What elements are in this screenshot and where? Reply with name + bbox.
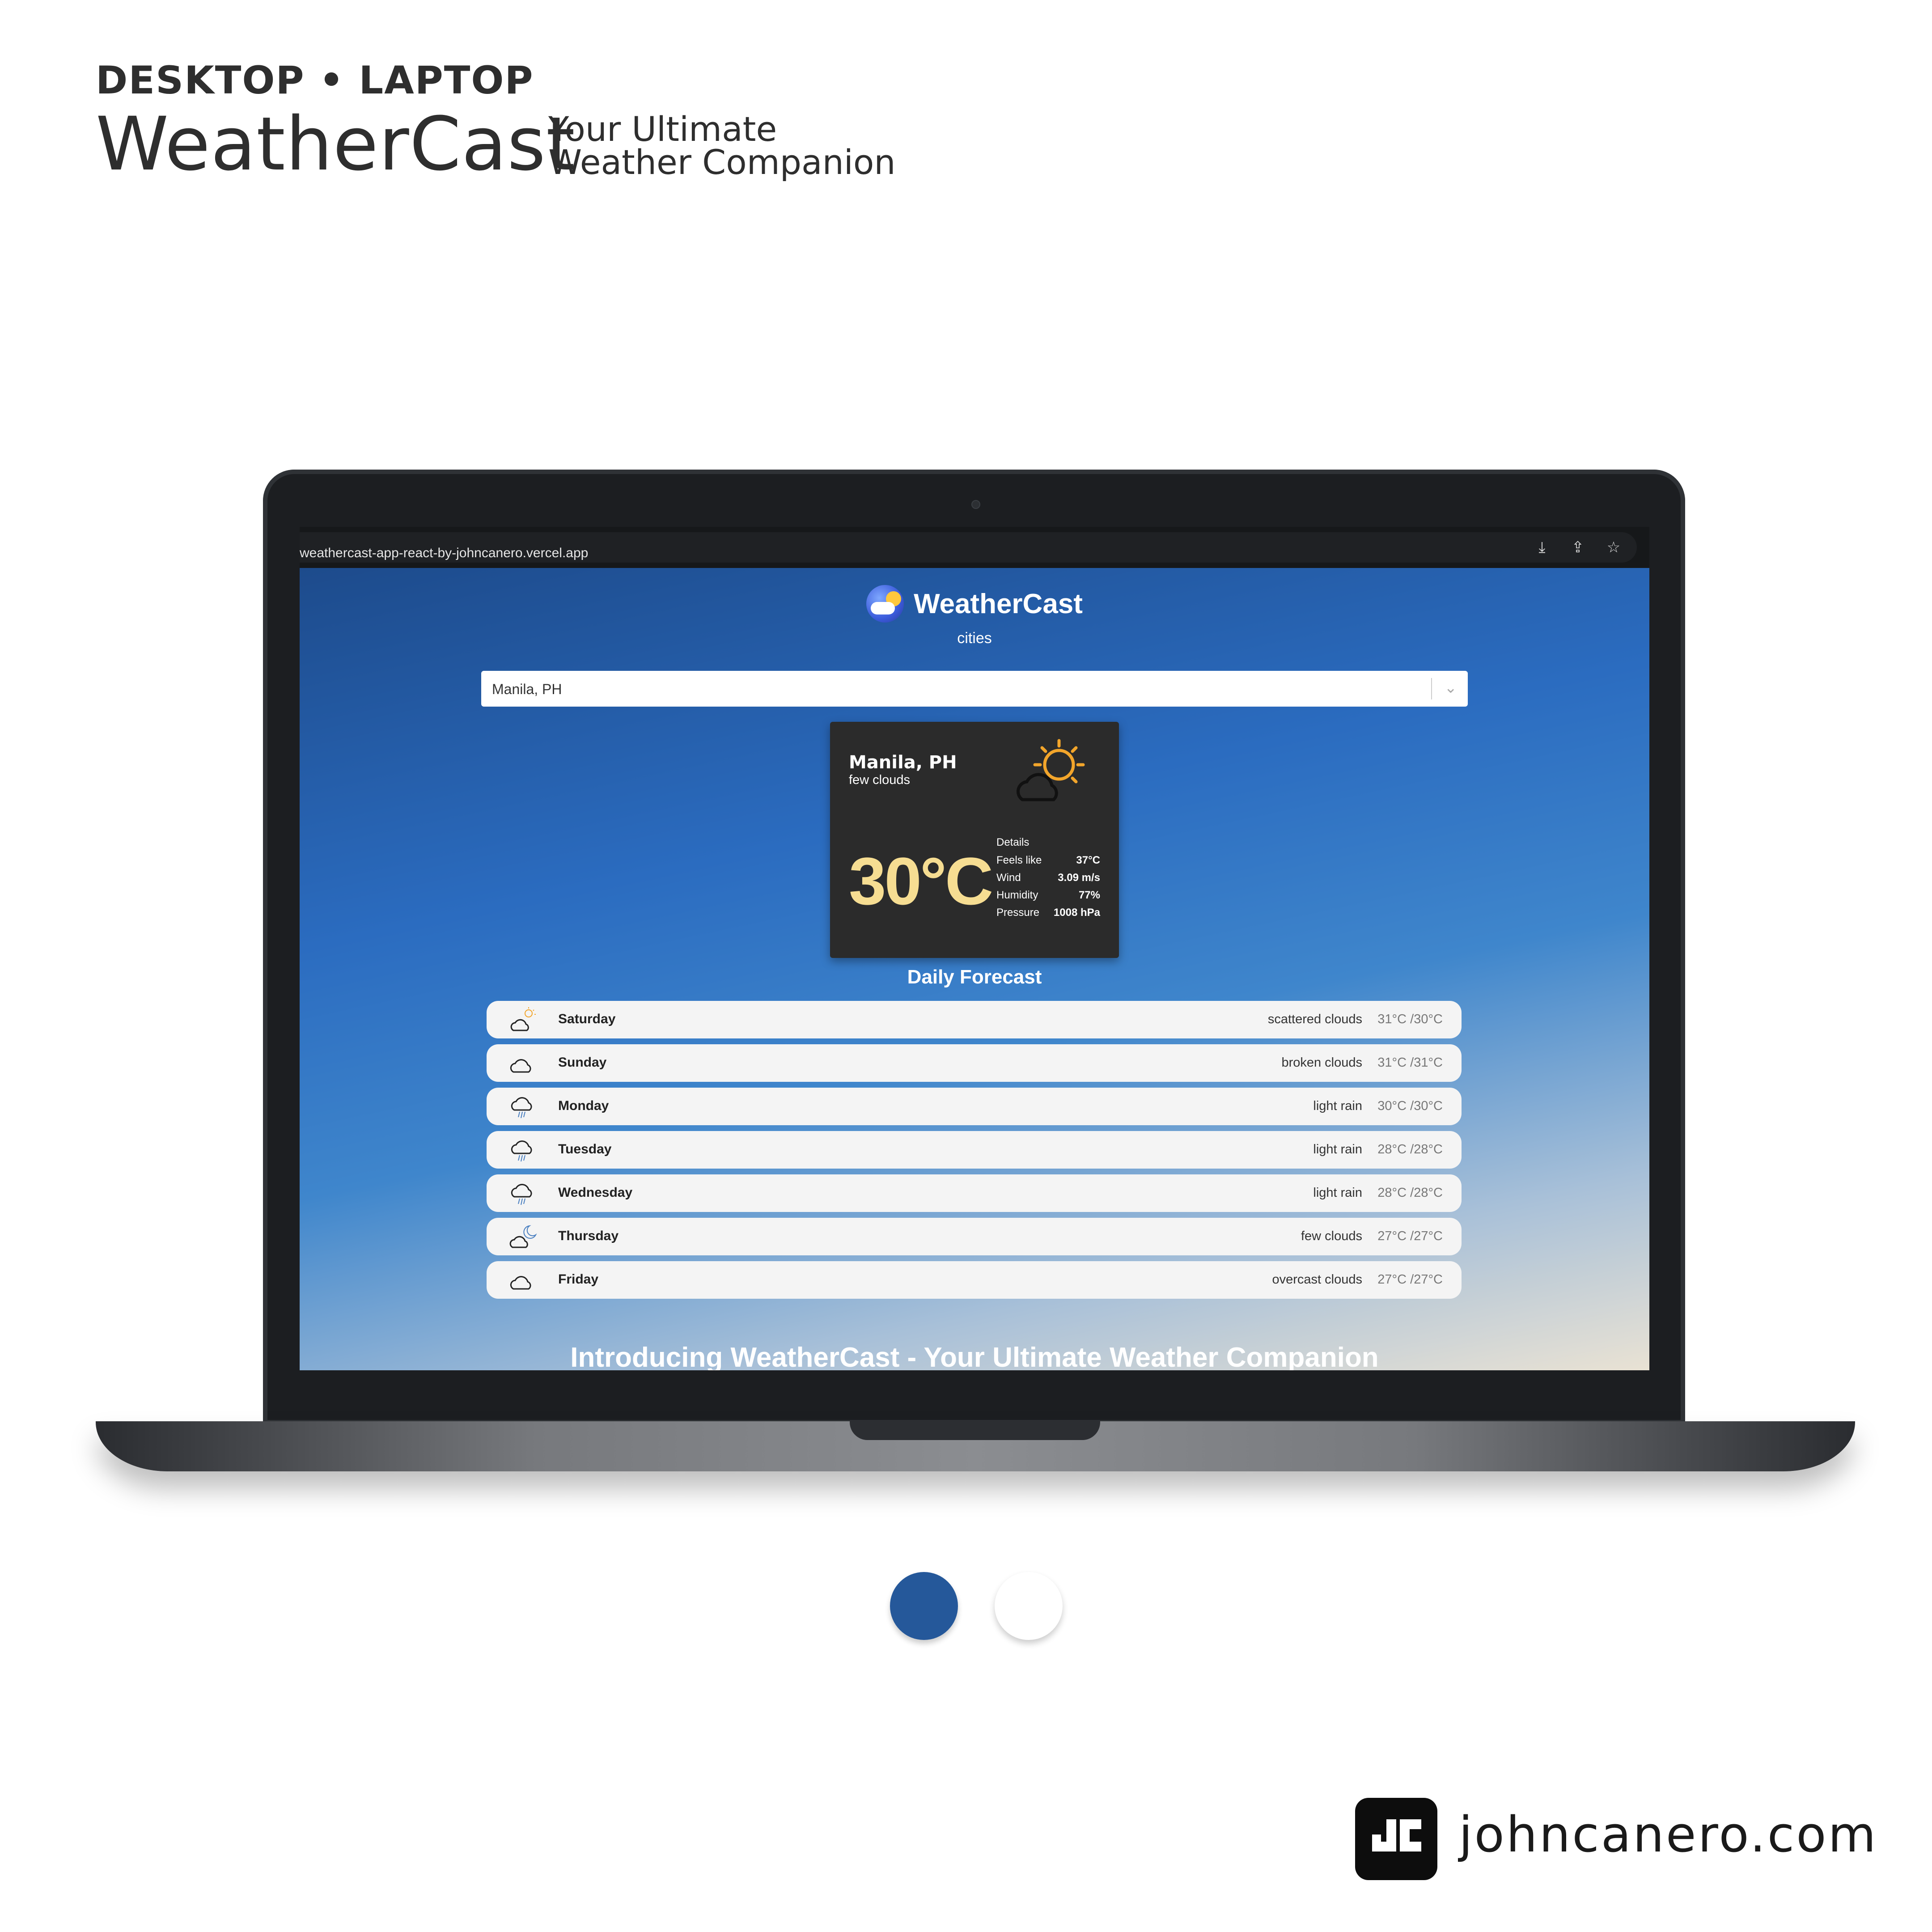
- cloud-icon: [510, 1276, 531, 1290]
- forecast-item-tuesday[interactable]: Tuesday light rain 28°C /28°C: [487, 1131, 1462, 1169]
- url-text[interactable]: weathercast-app-react-by-johncanero.verc…: [300, 546, 588, 561]
- tagline-line1: Your Ultimate: [548, 109, 777, 149]
- site-name: johncanero.com: [1459, 1806, 1878, 1863]
- webcam-icon: [971, 500, 980, 509]
- weathercast-logo-icon: [866, 585, 904, 623]
- forecast-description: broken clouds: [1281, 1055, 1362, 1070]
- cloud-icon: [510, 1059, 531, 1073]
- forecast-item-sunday[interactable]: Sunday broken clouds 31°C /31°C: [487, 1044, 1462, 1082]
- install-icon[interactable]: ⤓: [1533, 538, 1551, 556]
- current-temperature: 30°C: [849, 843, 993, 919]
- forecast-temps: 28°C /28°C: [1377, 1186, 1443, 1200]
- jc-logo-glyph: [1372, 1819, 1421, 1852]
- brand-tagline: Your Ultimate Weather Companion: [548, 109, 896, 182]
- star-icon[interactable]: ☆: [1605, 538, 1623, 556]
- forecast-day: Sunday: [558, 1055, 607, 1070]
- chevron-down-icon[interactable]: ⌄: [1445, 679, 1457, 697]
- forecast-item-saturday[interactable]: Saturday scattered clouds 31°C /30°C: [487, 1001, 1462, 1038]
- city-search-input[interactable]: [491, 671, 1414, 708]
- weather-details: Details Feels like 37°C Wind 3.09 m/s Humi…: [996, 834, 1100, 921]
- forecast-day: Friday: [558, 1272, 599, 1287]
- forecast-day: Thursday: [558, 1229, 619, 1243]
- color-swatch-primary: [890, 1572, 958, 1640]
- forecast-day: Wednesday: [558, 1185, 633, 1200]
- forecast-temps: 31°C /30°C: [1377, 1012, 1443, 1026]
- forecast-day: Monday: [558, 1098, 609, 1113]
- jc-logo-icon: [1355, 1798, 1437, 1880]
- daily-forecast-title: Daily Forecast: [907, 966, 1042, 988]
- laptop-screen: weathercast-app-react-by-johncanero.verc…: [300, 527, 1649, 1370]
- forecast-day: Saturday: [558, 1012, 616, 1026]
- forecast-temps: 27°C /27°C: [1377, 1229, 1443, 1243]
- current-city: Manila, PH: [849, 752, 957, 773]
- brand-title: WeatherCast: [96, 101, 576, 187]
- forecast-description: light rain: [1313, 1099, 1362, 1113]
- details-heading: Details: [996, 836, 1030, 848]
- browser-toolbar: weathercast-app-react-by-johncanero.verc…: [300, 527, 1649, 568]
- detail-label: Feels like: [996, 854, 1042, 866]
- current-weather-card: Manila, PH few clouds 30°C Details Feels…: [830, 722, 1119, 958]
- detail-label: Pressure: [996, 907, 1040, 919]
- forecast-item-friday[interactable]: Friday overcast clouds 27°C /27°C: [487, 1261, 1462, 1299]
- detail-label: Wind: [996, 872, 1021, 884]
- sun-cloud-icon: [1017, 739, 1085, 801]
- forecast-temps: 28°C /28°C: [1377, 1142, 1443, 1157]
- detail-label: Humidity: [996, 889, 1038, 901]
- forecast-description: few clouds: [1301, 1229, 1362, 1243]
- share-icon[interactable]: ⇪: [1569, 538, 1587, 556]
- laptop-notch: [850, 1420, 1100, 1440]
- tagline-line2: Weather Companion: [548, 142, 896, 182]
- app-header: WeatherCast: [300, 585, 1649, 623]
- intro-heading: Introducing WeatherCast - Your Ultimate …: [570, 1342, 1379, 1370]
- weathercast-page: WeatherCast cities ⌄ Manila, PH few clou…: [300, 568, 1649, 1370]
- current-description: few clouds: [849, 773, 911, 787]
- detail-value: 77%: [1078, 889, 1100, 901]
- forecast-item-wednesday[interactable]: Wednesday light rain 28°C /28°C: [487, 1174, 1462, 1212]
- forecast-day: Tuesday: [558, 1142, 612, 1157]
- forecast-temps: 27°C /27°C: [1377, 1272, 1443, 1287]
- select-separator: [1431, 678, 1432, 699]
- forecast-item-thursday[interactable]: Thursday few clouds 27°C /27°C: [487, 1218, 1462, 1255]
- forecast-temps: 30°C /30°C: [1377, 1099, 1443, 1113]
- moon-cloud-icon: [509, 1225, 537, 1248]
- address-bar[interactable]: weathercast-app-react-by-johncanero.verc…: [300, 532, 1637, 563]
- app-title: WeatherCast: [914, 588, 1083, 619]
- forecast-list: Saturday scattered clouds 31°C /30°C Sun…: [487, 1001, 1462, 1305]
- forecast-description: light rain: [1313, 1142, 1362, 1157]
- detail-value: 3.09 m/s: [1058, 872, 1100, 884]
- rain-icon: [511, 1184, 532, 1205]
- detail-row: Wind 3.09 m/s: [996, 869, 1100, 886]
- sun-cloud-icon: [510, 1007, 536, 1031]
- rain-icon: [511, 1097, 532, 1119]
- forecast-description: overcast clouds: [1272, 1272, 1363, 1287]
- detail-row: Feels like 37°C: [996, 852, 1100, 869]
- forecast-description: scattered clouds: [1267, 1012, 1362, 1026]
- forecast-item-monday[interactable]: Monday light rain 30°C /30°C: [487, 1088, 1462, 1125]
- color-swatch-secondary: [995, 1572, 1063, 1640]
- detail-value: 1008 hPa: [1053, 907, 1100, 919]
- city-select[interactable]: ⌄: [481, 671, 1468, 708]
- detail-row: Pressure 1008 hPa: [996, 904, 1100, 921]
- rain-icon: [511, 1140, 532, 1162]
- detail-value: 37°C: [1076, 854, 1100, 866]
- browser-actions: ⤓ ⇪ ☆: [1533, 538, 1623, 556]
- detail-row: Humidity 77%: [996, 886, 1100, 904]
- forecast-description: light rain: [1313, 1186, 1362, 1200]
- app-subtitle: cities: [957, 630, 992, 647]
- forecast-temps: 31°C /31°C: [1377, 1055, 1443, 1070]
- device-kicker: DESKTOP • LAPTOP: [96, 58, 534, 103]
